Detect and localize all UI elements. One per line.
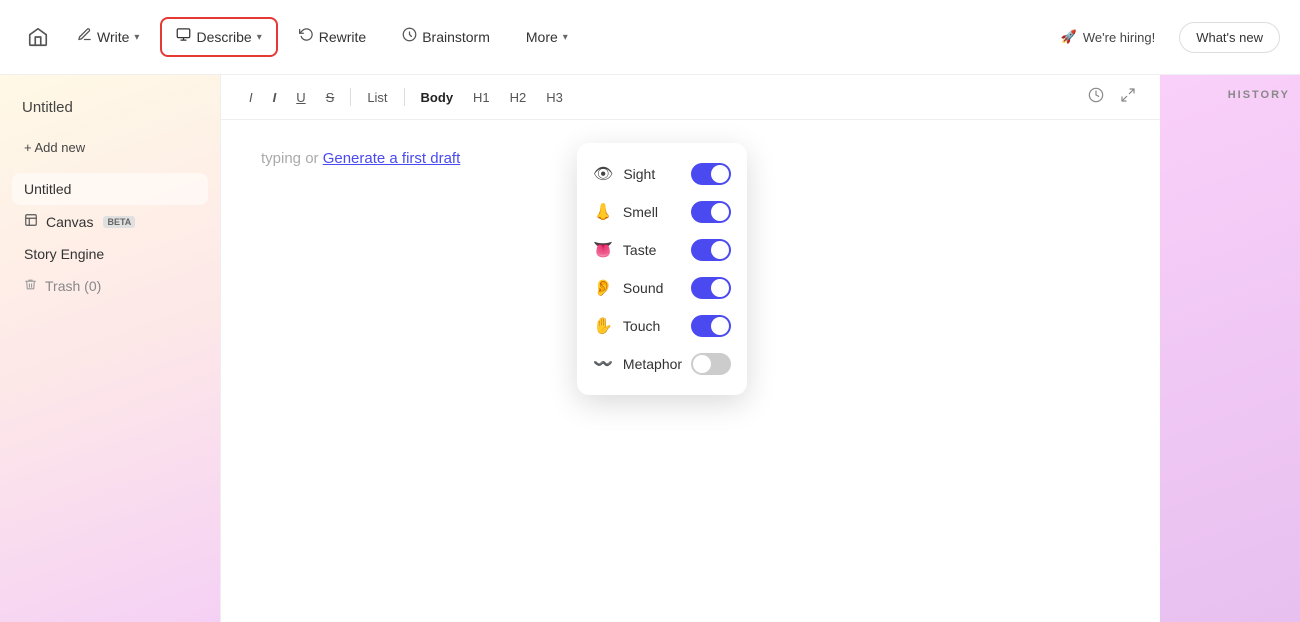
topbar: Write ▾ Describe ▾ Rewrite Brainstorm xyxy=(0,0,1300,75)
metaphor-label: Metaphor xyxy=(623,356,682,372)
sidebar-item-story-engine-label: Story Engine xyxy=(24,246,104,262)
editor-toolbar: I I U S List Body H1 H2 xyxy=(221,75,1160,120)
editor-placeholder: typing or xyxy=(261,150,323,167)
sound-label: Sound xyxy=(623,280,663,296)
dropdown-item-metaphor[interactable]: 〰️ Metaphor xyxy=(577,345,747,383)
smell-toggle[interactable] xyxy=(691,201,731,223)
touch-toggle[interactable] xyxy=(691,315,731,337)
metaphor-icon: 〰️ xyxy=(593,354,613,374)
rewrite-label: Rewrite xyxy=(319,29,366,45)
brainstorm-label: Brainstorm xyxy=(422,29,490,45)
more-label: More xyxy=(526,29,558,45)
toolbar-strikethrough[interactable]: S xyxy=(318,86,343,109)
home-icon[interactable] xyxy=(20,19,56,55)
hiring-button[interactable]: 🚀 We're hiring! xyxy=(1047,22,1170,52)
more-button[interactable]: More ▾ xyxy=(511,20,583,54)
right-panel: HISTORY xyxy=(1160,75,1300,622)
sidebar-item-story-engine[interactable]: Story Engine xyxy=(12,238,208,270)
toolbar-right-actions xyxy=(1084,83,1140,111)
whats-new-button[interactable]: What's new xyxy=(1179,22,1280,53)
rocket-icon: 🚀 xyxy=(1061,29,1077,45)
sidebar-item-canvas[interactable]: Canvas BETA xyxy=(12,205,208,238)
sidebar-item-trash-label: Trash (0) xyxy=(45,278,101,294)
sidebar: Untitled + Add new Untitled Canvas BETA … xyxy=(0,75,220,622)
touch-icon: ✋ xyxy=(593,316,613,336)
toolbar-list[interactable]: List xyxy=(359,86,395,109)
write-icon xyxy=(77,27,92,47)
sidebar-item-trash[interactable]: Trash (0) xyxy=(12,270,208,302)
canvas-icon xyxy=(24,213,38,230)
sight-icon: 👁 xyxy=(593,164,613,184)
sidebar-item-untitled[interactable]: Untitled xyxy=(12,173,208,205)
more-chevron: ▾ xyxy=(563,32,568,43)
brainstorm-icon xyxy=(402,27,417,47)
generate-link[interactable]: Generate a first draft xyxy=(323,150,461,167)
rewrite-icon xyxy=(299,27,314,47)
brainstorm-button[interactable]: Brainstorm xyxy=(387,18,505,56)
add-new-button[interactable]: + Add new xyxy=(12,132,208,163)
history-label: HISTORY xyxy=(1228,89,1290,101)
sound-toggle[interactable] xyxy=(691,277,731,299)
toolbar-body[interactable]: Body xyxy=(413,86,462,109)
smell-label: Smell xyxy=(623,204,658,220)
write-chevron: ▾ xyxy=(134,32,139,43)
dropdown-item-sight[interactable]: 👁 Sight xyxy=(577,155,747,193)
touch-label: Touch xyxy=(623,318,660,334)
sight-label: Sight xyxy=(623,166,655,182)
dropdown-item-taste[interactable]: 👅 Taste xyxy=(577,231,747,269)
dropdown-item-touch[interactable]: ✋ Touch xyxy=(577,307,747,345)
describe-button[interactable]: Describe ▾ xyxy=(160,17,277,57)
dropdown-item-smell[interactable]: 👃 Smell xyxy=(577,193,747,231)
toolbar-h3[interactable]: H3 xyxy=(538,86,571,109)
describe-icon xyxy=(176,27,191,47)
describe-dropdown: 👁 Sight 👃 Smell 👅 Taste xyxy=(577,143,747,395)
smell-icon: 👃 xyxy=(593,202,613,222)
toolbar-italic[interactable]: I xyxy=(241,86,261,109)
whats-new-label: What's new xyxy=(1196,30,1263,45)
sidebar-item-untitled-label: Untitled xyxy=(24,181,71,197)
hiring-label: We're hiring! xyxy=(1083,30,1155,45)
add-new-label: + Add new xyxy=(24,140,85,155)
beta-badge: BETA xyxy=(103,216,135,228)
taste-label: Taste xyxy=(623,242,656,258)
sidebar-title: Untitled xyxy=(12,91,208,124)
topbar-right: 🚀 We're hiring! What's new xyxy=(1047,22,1280,53)
history-icon-btn[interactable] xyxy=(1084,83,1108,111)
describe-chevron: ▾ xyxy=(257,32,262,43)
write-button[interactable]: Write ▾ xyxy=(62,18,154,56)
sound-icon: 👂 xyxy=(593,278,613,298)
write-label: Write xyxy=(97,29,129,45)
toolbar-separator-2 xyxy=(404,88,405,106)
main-content: Untitled + Add new Untitled Canvas BETA … xyxy=(0,75,1300,622)
dropdown-item-sound[interactable]: 👂 Sound xyxy=(577,269,747,307)
topbar-left: Write ▾ Describe ▾ Rewrite Brainstorm xyxy=(20,17,583,57)
toolbar-bold-italic[interactable]: I xyxy=(265,86,285,109)
trash-icon xyxy=(24,278,37,294)
describe-label: Describe xyxy=(196,29,251,45)
metaphor-toggle[interactable] xyxy=(691,353,731,375)
toolbar-h2[interactable]: H2 xyxy=(502,86,535,109)
rewrite-button[interactable]: Rewrite xyxy=(284,18,381,56)
toolbar-underline[interactable]: U xyxy=(288,86,313,109)
toolbar-h1[interactable]: H1 xyxy=(465,86,498,109)
editor-area: I I U S List Body H1 H2 xyxy=(220,75,1160,622)
sight-toggle[interactable] xyxy=(691,163,731,185)
taste-icon: 👅 xyxy=(593,240,613,260)
sidebar-item-canvas-label: Canvas xyxy=(46,214,93,230)
expand-icon-btn[interactable] xyxy=(1116,83,1140,111)
toolbar-separator xyxy=(350,88,351,106)
taste-toggle[interactable] xyxy=(691,239,731,261)
